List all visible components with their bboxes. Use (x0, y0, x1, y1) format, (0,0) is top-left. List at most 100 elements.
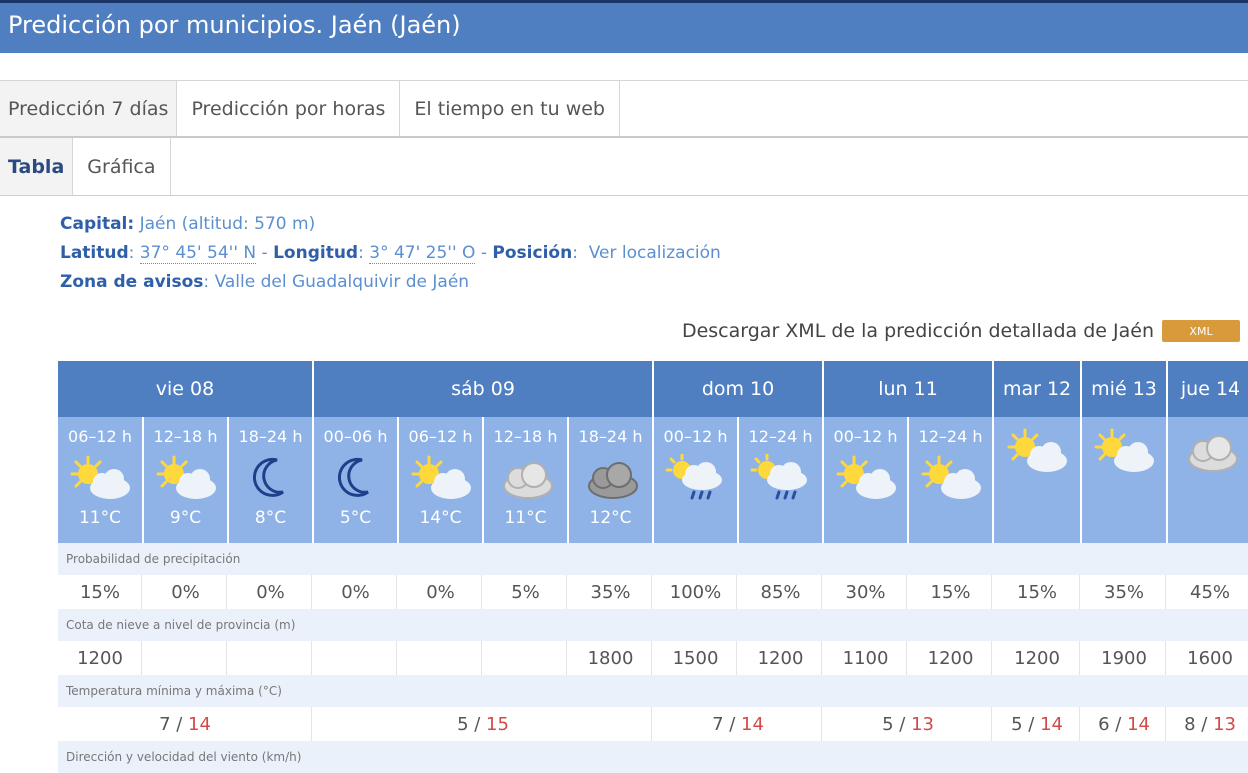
precip-cell: 5% (483, 575, 569, 609)
day-header: mié 13 (1081, 361, 1169, 417)
wind-label: Dirección y velocidad del viento (km/h) (58, 741, 1248, 773)
period-temperature: 11°C (504, 508, 547, 528)
period-cell (993, 417, 1083, 543)
snow-cell: 1200 (58, 641, 144, 675)
snow-cell: 1900 (1081, 641, 1169, 675)
period-label: 00–06 h (323, 427, 388, 446)
snow-row: 1200 1800 1500 1200 1100 1200 1200 1900 1600 (58, 641, 1248, 675)
day-header: sáb 09 (313, 361, 655, 417)
temp-minmax-cell: 6 / 14 (1081, 707, 1169, 741)
temp-separator: / (170, 713, 189, 735)
page-title: Predicción por municipios. Jaén (Jaén) (8, 11, 461, 39)
snow-cell: 1800 (568, 641, 655, 675)
snow-cell: 1200 (738, 641, 825, 675)
precip-cell: 30% (823, 575, 910, 609)
period-temperature: 5°C (339, 508, 372, 528)
period-temperature: 14°C (419, 508, 462, 528)
precip-row: 15% 0% 0% 0% 0% 5% 35% 100% 85% 30% 15% 15% 35% 45% (58, 575, 1248, 609)
period-temperature: 9°C (169, 508, 202, 528)
precip-cell: 15% (993, 575, 1083, 609)
period-temperature: 8°C (254, 508, 287, 528)
period-label: 12–18 h (493, 427, 558, 446)
main-tabs: Predicción 7 días Predicción por horas E… (0, 80, 1248, 138)
temp-minmax-cell: 5 / 15 (313, 707, 655, 741)
period-cell (1081, 417, 1169, 543)
partly-cloudy-sun-icon (1003, 427, 1071, 475)
temp-minmax-cell: 7 / 14 (653, 707, 825, 741)
position-label: Posición (492, 243, 573, 263)
period-cell: 06–12 h 14°C (398, 417, 484, 543)
dark-cloudy-icon (577, 454, 645, 502)
precip-cell: 0% (398, 575, 484, 609)
period-label: 18–24 h (238, 427, 303, 446)
precip-cell: 0% (228, 575, 314, 609)
latitude-label: Latitud (60, 243, 129, 263)
precip-cell: 35% (1081, 575, 1169, 609)
period-temperature: 12°C (589, 508, 632, 528)
tab-tabla[interactable]: Tabla (0, 138, 74, 195)
ver-localizacion-link[interactable]: Ver localización (589, 243, 721, 263)
temp-min: 5 (882, 713, 894, 735)
temp-max: 14 (1040, 713, 1063, 735)
cloudy-icon (1177, 427, 1245, 475)
temp-separator: / (468, 713, 487, 735)
precip-cell: 0% (143, 575, 229, 609)
snow-cell: 1500 (653, 641, 740, 675)
tab-prediccion-7-dias[interactable]: Predicción 7 días (0, 81, 178, 136)
period-label: 06–12 h (68, 427, 132, 446)
forecast-table: vie 08 sáb 09 dom 10 lun 11 mar 12 mié 1… (58, 361, 1248, 773)
tab-tiempo-en-tu-web[interactable]: El tiempo en tu web (400, 81, 620, 136)
temp-minmax-cell: 8 / 13 (1167, 707, 1248, 741)
period-label: 12–24 h (918, 427, 983, 446)
snow-cell: 1200 (908, 641, 995, 675)
precip-label: Probabilidad de precipitación (58, 543, 1248, 575)
period-cell: 18–24 h 8°C (228, 417, 314, 543)
snow-label: Cota de nieve a nivel de provincia (m) (58, 609, 1248, 641)
period-cell: 12–18 h 9°C (143, 417, 229, 543)
temp-max: 15 (486, 713, 509, 735)
temp-minmax-cell: 5 / 14 (993, 707, 1083, 741)
cloudy-icon (492, 454, 560, 502)
partly-cloudy-sun-icon (407, 454, 475, 502)
capital-label: Capital: (60, 214, 135, 234)
precip-cell: 35% (568, 575, 655, 609)
temp-min: 5 (457, 713, 469, 735)
period-temperature: 11°C (78, 508, 121, 528)
temp-label: Temperatura mínima y máxima (°C) (58, 675, 1248, 707)
temp-max: 13 (911, 713, 934, 735)
sun-rain-icon (662, 453, 730, 502)
precip-cell: 85% (738, 575, 825, 609)
location-info: Capital: Jaén (altitud: 570 m) Latitud: … (60, 214, 721, 292)
longitude-value: 3° 47' 25'' O (369, 243, 476, 264)
wind-label-row: Dirección y velocidad del viento (km/h) (58, 741, 1248, 773)
tab-grafica[interactable]: Gráfica (73, 138, 171, 195)
view-tabs: Tabla Gráfica (0, 138, 1248, 196)
moon-icon (237, 454, 305, 502)
xml-button[interactable]: XML (1162, 320, 1240, 342)
snow-cell (143, 641, 229, 675)
tab-prediccion-por-horas[interactable]: Predicción por horas (177, 81, 401, 136)
snow-label-row: Cota de nieve a nivel de provincia (m) (58, 609, 1248, 641)
temp-separator: / (1022, 713, 1041, 735)
download-xml-text[interactable]: Descargar XML de la predicción detallada… (682, 320, 1154, 342)
partly-cloudy-sun-icon (66, 454, 134, 502)
period-cell: 00–12 h (823, 417, 910, 543)
period-cell (1167, 417, 1248, 543)
partly-cloudy-sun-icon (1090, 427, 1158, 475)
snow-cell (483, 641, 569, 675)
period-label: 00–12 h (833, 427, 898, 446)
temp-max: 14 (741, 713, 764, 735)
period-cell: 00–06 h 5°C (313, 417, 399, 543)
temp-min: 7 (159, 713, 171, 735)
precip-cell: 0% (313, 575, 399, 609)
period-row: 06–12 h 11°C 12–18 h 9°C 18–24 h 8°C 00–06 h 5°… (58, 417, 1248, 543)
temp-separator: / (1195, 713, 1214, 735)
precip-label-row: Probabilidad de precipitación (58, 543, 1248, 575)
period-cell: 00–12 h (653, 417, 740, 543)
precip-cell: 45% (1167, 575, 1248, 609)
latitude-value: 37° 45' 54'' N (139, 243, 257, 264)
temp-minmax-row: 7 / 14 5 / 15 7 / 14 5 / 13 5 / 14 6 / 14 8 / … (58, 707, 1248, 741)
precip-cell: 15% (908, 575, 995, 609)
day-header-row: vie 08 sáb 09 dom 10 lun 11 mar 12 mié 1… (58, 361, 1248, 417)
temp-max: 14 (1127, 713, 1150, 735)
